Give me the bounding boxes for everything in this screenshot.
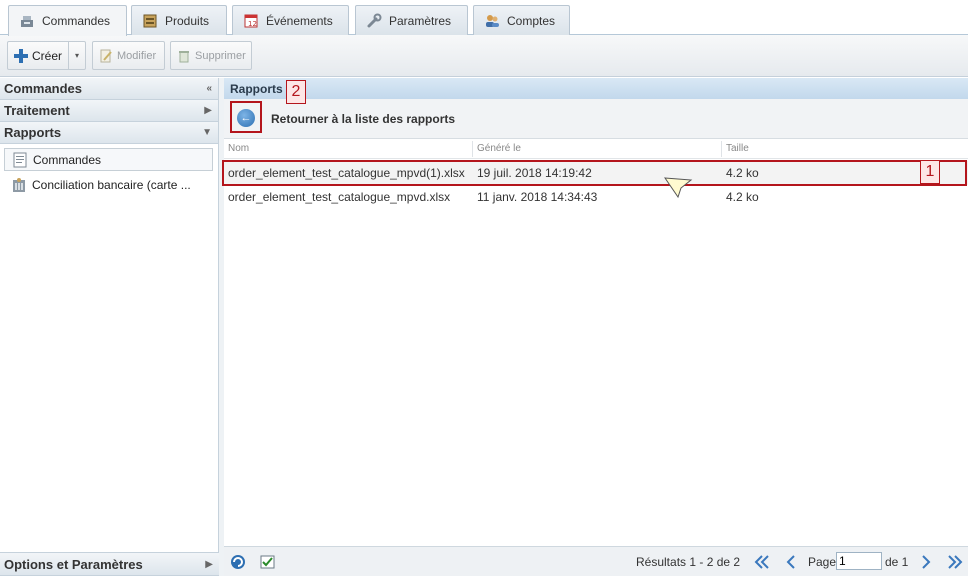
table-row[interactable]: order_element_test_catalogue_mpvd.xlsx 1… [224,185,968,209]
trash-icon [177,49,191,63]
svg-text:12: 12 [248,20,257,28]
expanded-arrow-icon: ▼ [202,127,212,138]
section-options-parametres[interactable]: Options et Paramètres ▶ [0,552,219,576]
create-button[interactable]: Créer ▾ [7,41,86,70]
users-icon [484,13,500,29]
annotation-number-1: 1 [920,160,940,184]
page-number-input[interactable] [836,552,882,570]
annotation-number-2: 2 [286,80,306,104]
wrench-icon [366,13,382,29]
prev-page-icon[interactable] [783,554,799,570]
panel-title: Rapports [224,78,968,99]
create-dropdown-arrow[interactable]: ▾ [68,42,85,69]
sidebar-item-commandes[interactable]: Commandes [4,148,213,171]
next-page-icon[interactable] [918,554,934,570]
tab-commandes[interactable]: Commandes [8,5,127,36]
plus-icon [14,48,28,63]
column-separator[interactable] [472,141,473,157]
page-total: de 1 [885,555,909,569]
first-page-icon[interactable] [753,554,769,570]
left-navigation-panel: Commandes « Traitement ▶ Rapports ▼ Comm… [0,78,219,576]
modify-button[interactable]: Modifier [92,41,165,70]
tab-comptes[interactable]: Comptes [473,5,570,35]
report-icon [13,152,27,168]
page-label: Page [808,555,837,569]
top-tab-bar: Commandes Produits 12 Événements Paramèt… [0,0,968,36]
expand-arrow-icon: ▶ [205,558,213,570]
products-icon [142,13,158,29]
checkbox-icon[interactable] [260,554,276,570]
reports-panel: Rapports ← Retourner à la liste des rapp… [224,78,968,576]
results-count: Résultats 1 - 2 de 2 [636,555,741,569]
pager-bar: Résultats 1 - 2 de 2 Page de 1 [224,546,968,576]
delete-button[interactable]: Supprimer [170,41,252,70]
section-commandes[interactable]: Commandes « [0,78,218,100]
column-header-genere-le[interactable]: Généré le [477,143,521,154]
refresh-icon[interactable] [230,554,246,570]
annotation-highlight-back [230,101,262,133]
bank-icon [12,177,26,193]
tab-produits[interactable]: Produits [131,5,227,35]
grid-header: Nom Généré le Taille [224,139,968,159]
tab-parametres[interactable]: Paramètres [355,5,468,35]
edit-icon [99,49,113,63]
cursor-arrow-icon [664,177,693,199]
column-header-taille[interactable]: Taille [726,143,749,154]
cash-register-icon [19,13,35,29]
main-toolbar: Créer ▾ Modifier Supprimer [0,35,968,77]
tab-evenements[interactable]: 12 Événements [232,5,349,35]
sidebar-item-conciliation[interactable]: Conciliation bancaire (carte ... [4,173,213,196]
back-label: Retourner à la liste des rapports [271,112,456,126]
annotation-highlight-row [222,160,967,186]
collapse-icon[interactable]: « [206,83,212,94]
column-header-nom[interactable]: Nom [228,143,249,154]
last-page-icon[interactable] [946,554,963,570]
column-separator[interactable] [721,141,722,157]
section-rapports[interactable]: Rapports ▼ [0,122,218,144]
expand-arrow-icon: ▶ [204,105,212,116]
reports-toolbar: ← Retourner à la liste des rapports [224,99,968,139]
section-traitement[interactable]: Traitement ▶ [0,100,218,122]
calendar-icon: 12 [243,13,259,29]
